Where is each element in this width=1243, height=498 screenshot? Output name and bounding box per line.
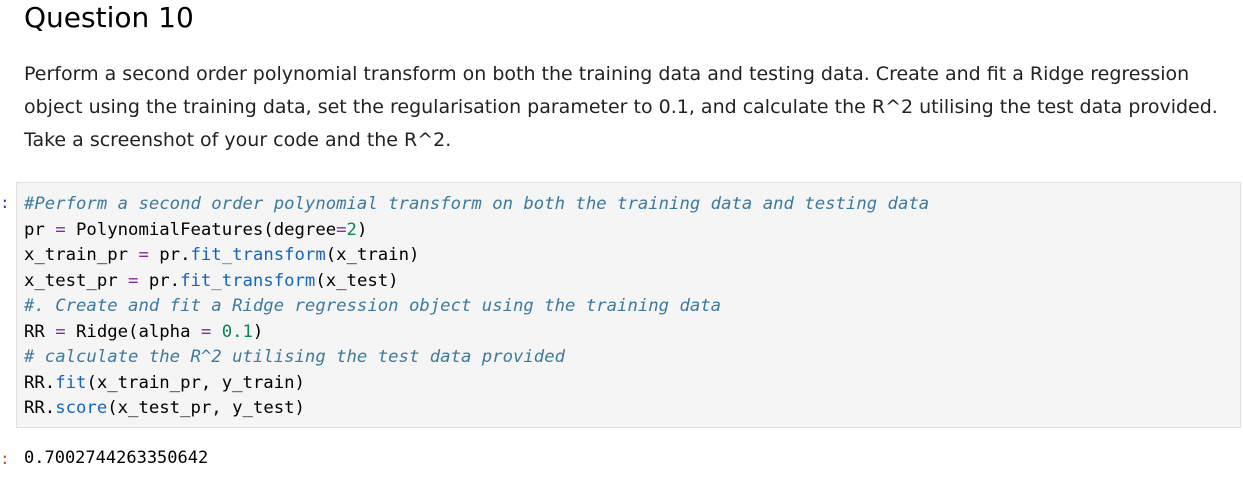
code-token: pr. [148, 245, 191, 265]
code-token: x_test_pr [24, 270, 129, 291]
code-editor[interactable]: #Perform a second order polynomial trans… [24, 192, 929, 422]
code-number: 2 [346, 219, 357, 240]
code-operator: = [55, 321, 66, 342]
code-operator: = [138, 245, 149, 265]
code-comment: #Perform a second order polynomial trans… [24, 194, 930, 214]
code-line-8: RR.fit(x_train_pr, y_train) [24, 371, 929, 397]
code-token: RR. [24, 372, 56, 393]
code-token: ) [252, 321, 264, 342]
code-method: fit_transform [180, 270, 316, 291]
code-line-6: RR = Ridge(alpha = 0.1) [24, 320, 929, 346]
output-prompt: : [0, 449, 10, 468]
code-operator: = [55, 219, 66, 240]
cell-output: 0.7002744263350642 [24, 448, 209, 468]
question-text: Perform a second order polynomial transf… [24, 63, 1218, 151]
code-token: x_train_pr [24, 245, 139, 265]
code-method: fit_transform [190, 245, 326, 265]
code-line-2: pr = PolynomialFeatures(degree=2) [24, 218, 929, 244]
code-operator: = [200, 321, 212, 342]
code-method: score [55, 398, 108, 418]
code-token: (x_train) [325, 245, 420, 265]
code-token: pr [24, 219, 56, 240]
code-line-5: #. Create and fit a Ridge regression obj… [24, 294, 929, 320]
code-line-7: # calculate the R^2 utilising the test d… [24, 345, 929, 371]
input-prompt: : [0, 193, 10, 212]
question-heading: Question 10 [24, 1, 194, 34]
code-token: RR [24, 321, 56, 342]
code-comment: # calculate the R^2 utilising the test d… [24, 347, 566, 367]
code-line-3: x_train_pr = pr.fit_transform(x_train) [24, 243, 929, 269]
code-line-9: RR.score(x_test_pr, y_test) [24, 396, 929, 422]
code-token: ) [356, 219, 368, 240]
code-line-4: x_test_pr = pr.fit_transform(x_test) [24, 269, 929, 295]
code-number: 0.1 [221, 321, 253, 342]
code-token: RR. [24, 398, 56, 418]
code-token: Ridge(alpha [65, 321, 201, 342]
code-token: (x_test_pr, y_test) [107, 398, 305, 418]
code-token: (x_test) [315, 270, 399, 291]
code-operator: = [128, 270, 139, 291]
code-comment: #. Create and fit a Ridge regression obj… [24, 296, 722, 316]
code-token: (x_train_pr, y_train) [86, 372, 305, 393]
code-token: PolynomialFeatures(degree [65, 219, 337, 240]
code-line-1: #Perform a second order polynomial trans… [24, 192, 929, 218]
code-token: pr. [138, 270, 181, 291]
code-operator: = [336, 219, 347, 240]
code-cell[interactable]: #Perform a second order polynomial trans… [16, 182, 1241, 428]
code-method: fit [55, 372, 87, 393]
